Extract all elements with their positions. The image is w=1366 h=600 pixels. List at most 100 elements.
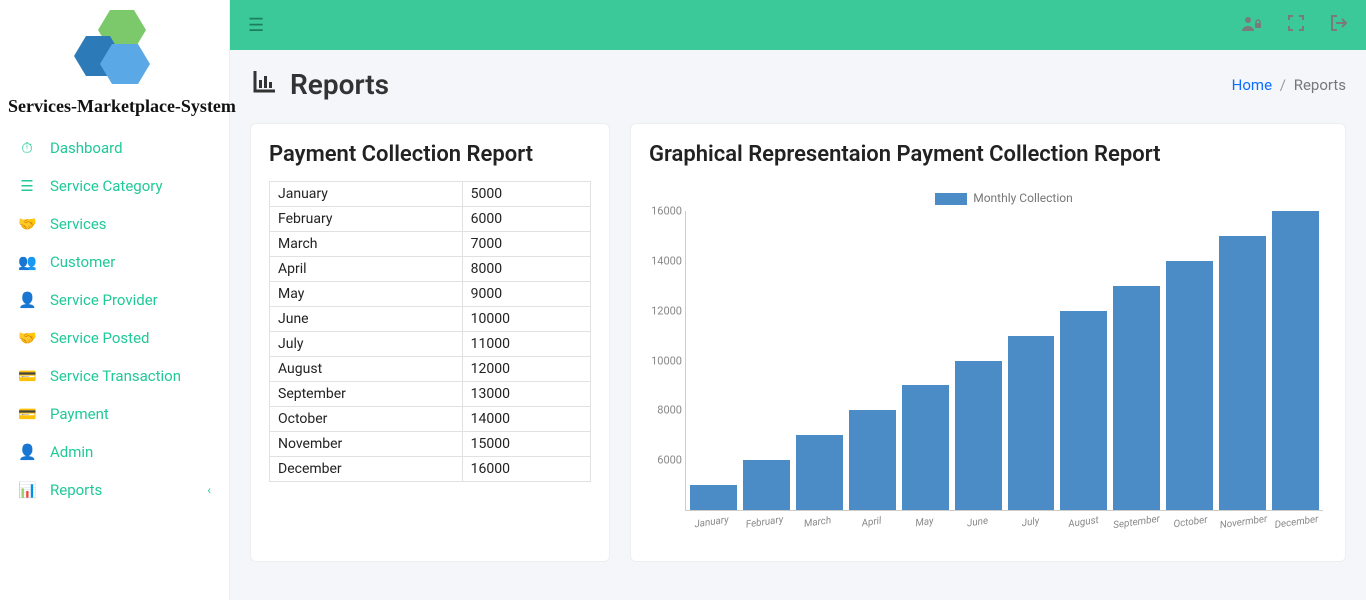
table-cell-amount: 16000 <box>462 457 590 482</box>
table-cell-month: August <box>270 357 463 382</box>
chart-ytick: 16000 <box>646 205 682 218</box>
breadcrumb-home[interactable]: Home <box>1232 76 1272 94</box>
chart-xlabel: July <box>1004 513 1058 531</box>
content: Payment Collection Report January5000Feb… <box>230 111 1366 574</box>
sidebar-nav: ⏱Dashboard ☰ Service Category 🤝 Services 👥Cus… <box>0 117 229 521</box>
chart-bar <box>690 485 737 510</box>
table-cell-amount: 15000 <box>462 432 590 457</box>
chart-bars <box>686 211 1323 510</box>
sidebar-item-admin[interactable]: 👤Admin <box>0 433 229 471</box>
table-cell-amount: 10000 <box>462 307 590 332</box>
table-row: November15000 <box>270 432 591 457</box>
chart-bar <box>1008 336 1055 510</box>
chart-ytick: 14000 <box>646 254 682 267</box>
topbar-actions <box>1242 15 1348 35</box>
table-cell-amount: 6000 <box>462 207 590 232</box>
payment-collection-table: January5000February6000March7000April800… <box>269 181 591 482</box>
chart-icon <box>252 68 278 101</box>
breadcrumb: Home / Reports <box>1232 76 1346 94</box>
chart-ytick: 10000 <box>646 354 682 367</box>
sidebar-item-reports[interactable]: 📊Reports‹ <box>0 471 229 509</box>
chart-bar <box>902 385 949 510</box>
chart-bar <box>1166 261 1213 510</box>
chart-xlabels: JanuaryFebruaryMarchAprilMayJuneJulyAugu… <box>685 517 1323 528</box>
sidebar-item-service-posted[interactable]: 🤝Service Posted <box>0 319 229 357</box>
breadcrumb-current: Reports <box>1294 76 1346 94</box>
chart-bar <box>1272 211 1319 510</box>
list-icon: ☰ <box>18 177 36 195</box>
expand-icon[interactable] <box>1288 15 1304 35</box>
sidebar-item-label: Services <box>50 215 211 233</box>
chart-bar <box>1113 286 1160 510</box>
sidebar-item-label: Service Posted <box>50 329 211 347</box>
sidebar-item-service-category[interactable]: ☰ Service Category <box>0 167 229 205</box>
chart-xlabel: March <box>791 513 845 531</box>
table-row: January5000 <box>270 182 591 207</box>
table-row: February6000 <box>270 207 591 232</box>
sidebar-item-service-provider[interactable]: 👤 Service Provider <box>0 281 229 319</box>
chart-xlabel: December <box>1269 513 1323 531</box>
chart-xlabel: January <box>684 513 738 531</box>
chart-xlabel: August <box>1057 513 1111 531</box>
chart-title: Graphical Representaion Payment Collecti… <box>649 142 1327 167</box>
table-cell-month: October <box>270 407 463 432</box>
chart-bar <box>955 361 1002 511</box>
transaction-icon: 💳 <box>18 367 36 385</box>
chart-bar <box>849 410 896 510</box>
admin-icon: 👤 <box>18 443 36 461</box>
table-row: June10000 <box>270 307 591 332</box>
table-cell-month: June <box>270 307 463 332</box>
table-row: May9000 <box>270 282 591 307</box>
table-cell-month: November <box>270 432 463 457</box>
legend-swatch <box>935 193 967 205</box>
sidebar-item-customer[interactable]: 👥Customer <box>0 243 229 281</box>
table-cell-amount: 11000 <box>462 332 590 357</box>
chart-bar <box>796 435 843 510</box>
chart-xlabel: Novermber <box>1216 513 1270 531</box>
chart-ytick: 6000 <box>646 454 682 467</box>
reports-icon: 📊 <box>18 481 36 499</box>
chart-legend: Monthly Collection <box>685 191 1323 205</box>
sidebar-item-label: Dashboard <box>50 139 211 157</box>
sidebar-item-label: Service Category <box>50 177 211 195</box>
chart-ytick: 12000 <box>646 304 682 317</box>
sidebar-item-label: Service Provider <box>50 291 211 309</box>
hamburger-icon[interactable]: ☰ <box>248 15 264 36</box>
page-title-text: Reports <box>290 68 389 101</box>
handshake-icon: 🤝 <box>18 215 36 233</box>
sidebar-item-services[interactable]: 🤝 Services <box>0 205 229 243</box>
page-header: Reports Home / Reports <box>230 50 1366 111</box>
table-cell-amount: 14000 <box>462 407 590 432</box>
topbar: ☰ <box>230 0 1366 50</box>
table-cell-amount: 13000 <box>462 382 590 407</box>
chart-xlabel: October <box>1163 513 1217 531</box>
table-row: October14000 <box>270 407 591 432</box>
sidebar-item-label: Service Transaction <box>50 367 211 385</box>
logout-icon[interactable] <box>1330 15 1348 35</box>
table-cell-amount: 8000 <box>462 257 590 282</box>
chart-bar <box>1060 311 1107 510</box>
sidebar-item-dashboard[interactable]: ⏱Dashboard <box>0 129 229 167</box>
table-row: March7000 <box>270 232 591 257</box>
chart: Monthly Collection 600080001000012000140… <box>649 181 1327 541</box>
chart-xlabel: February <box>738 513 792 531</box>
table-row: September13000 <box>270 382 591 407</box>
table-cell-month: September <box>270 382 463 407</box>
user-lock-icon[interactable] <box>1242 15 1262 35</box>
sidebar-item-label: Reports <box>50 481 193 499</box>
sidebar-item-payment[interactable]: 💳Payment <box>0 395 229 433</box>
chart-plot: 6000800010000120001400016000 <box>685 211 1323 511</box>
table-cell-amount: 5000 <box>462 182 590 207</box>
logo-mark <box>50 6 180 94</box>
chart-bar <box>743 460 790 510</box>
table-cell-month: March <box>270 232 463 257</box>
table-row: December16000 <box>270 457 591 482</box>
breadcrumb-separator: / <box>1280 76 1286 94</box>
payment-icon: 💳 <box>18 405 36 423</box>
provider-icon: 👤 <box>18 291 36 309</box>
table-row: August12000 <box>270 357 591 382</box>
sidebar-item-label: Customer <box>50 253 211 271</box>
table-cell-month: January <box>270 182 463 207</box>
sidebar-item-service-transaction[interactable]: 💳 Service Transaction <box>0 357 229 395</box>
legend-label: Monthly Collection <box>973 191 1073 205</box>
